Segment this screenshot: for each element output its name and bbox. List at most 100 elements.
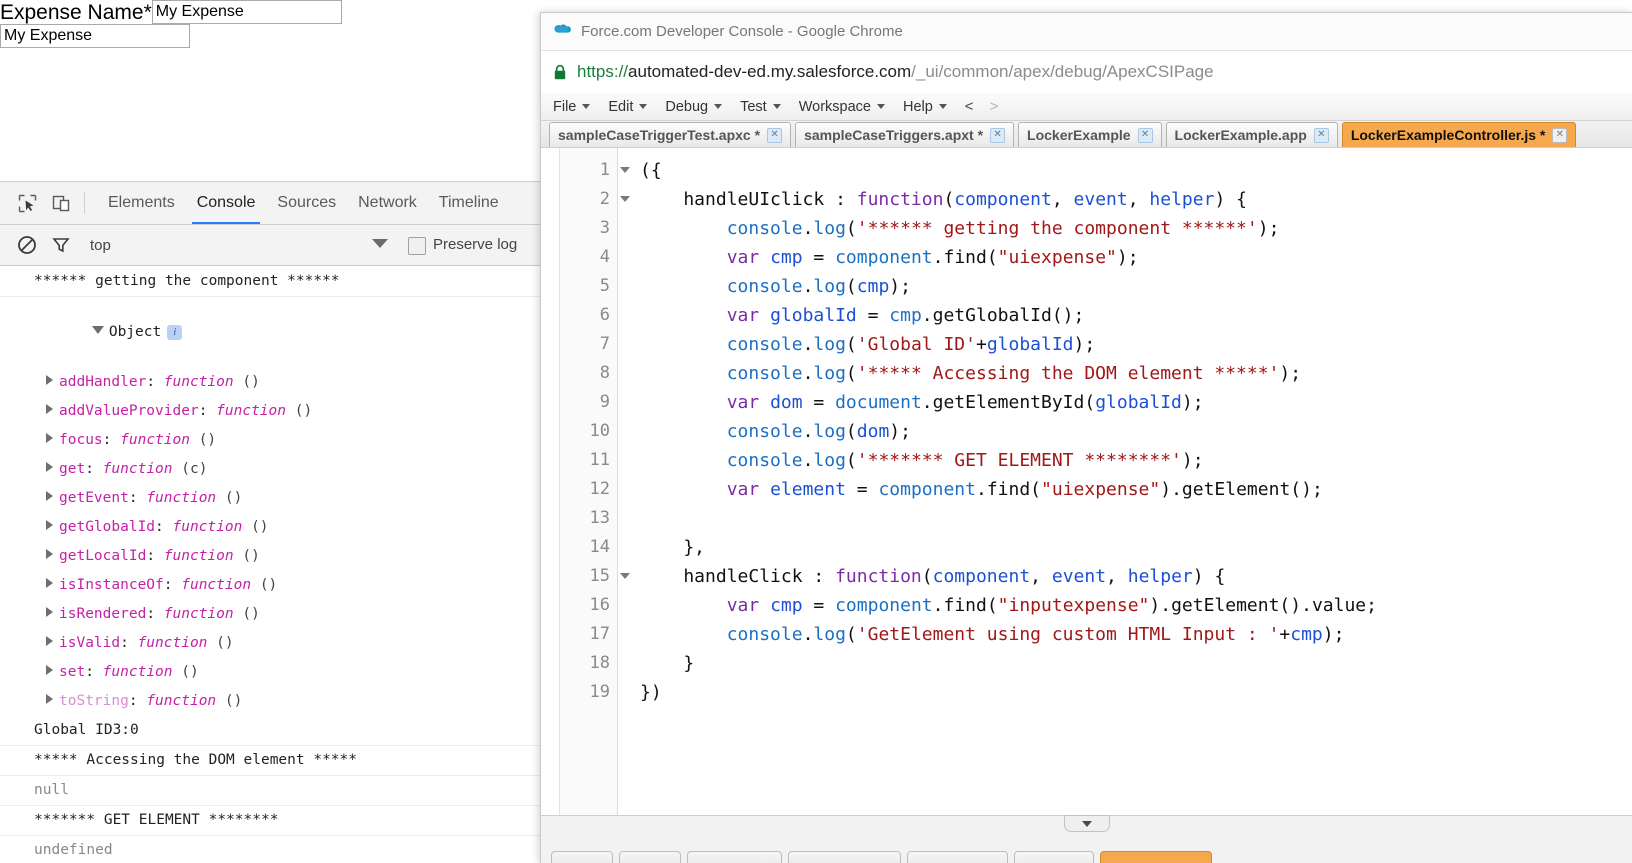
expense-html-input[interactable] (0, 24, 190, 48)
menu-help[interactable]: Help (903, 99, 947, 115)
collapse-panel-icon[interactable] (1064, 815, 1110, 832)
code-token: .find( (932, 247, 998, 268)
code-line: handleClick : function(component, event,… (640, 562, 1632, 591)
property-value: function (120, 432, 190, 448)
code-token: . (802, 334, 814, 355)
disclosure-triangle-icon[interactable] (91, 326, 104, 334)
disclosure-triangle-icon[interactable] (46, 375, 53, 385)
code-editor[interactable]: 1 2 3 4 5 6 7 8 9 10 11 12 13 14 15 16 17 18 19 ({ handleU… (541, 147, 1632, 816)
code-token: document (835, 392, 922, 413)
editor-tab-samplecasetriggertest[interactable]: sampleCaseTriggerTest.apxc * ✕ (549, 122, 792, 147)
bottom-tab-button[interactable] (788, 851, 901, 863)
code-token: component (932, 566, 1031, 587)
disclosure-triangle-icon[interactable] (46, 462, 53, 472)
property-name: getLocalId (59, 548, 147, 564)
nav-prev-button[interactable]: < (965, 98, 974, 115)
code-token: + (1279, 624, 1291, 645)
code-token: = (802, 247, 836, 268)
editor-tab-lockerexample-app[interactable]: LockerExample.app ✕ (1165, 122, 1338, 147)
close-icon[interactable]: ✕ (1552, 127, 1568, 143)
clear-console-icon[interactable] (10, 230, 44, 260)
bottom-tab-button[interactable] (1014, 851, 1094, 863)
object-property[interactable]: getLocalId: function () (0, 542, 545, 571)
bottom-tab-button[interactable] (619, 851, 681, 863)
menu-file[interactable]: File (553, 99, 591, 115)
object-property[interactable]: focus: function () (0, 426, 545, 455)
object-property[interactable]: isRendered: function () (0, 600, 545, 629)
line-number: 10 (589, 421, 610, 441)
bottom-tab-button[interactable] (907, 851, 1008, 863)
disclosure-triangle-icon[interactable] (46, 665, 53, 675)
property-colon: : (85, 461, 103, 477)
bottom-tab-button[interactable] (551, 851, 613, 863)
object-property[interactable]: isInstanceOf: function () (0, 571, 545, 600)
menu-workspace[interactable]: Workspace (799, 99, 885, 115)
menu-debug[interactable]: Debug (665, 99, 723, 115)
info-badge-icon[interactable]: i (167, 325, 183, 340)
disclosure-triangle-icon[interactable] (46, 433, 53, 443)
console-object-header[interactable]: Object i (0, 297, 545, 368)
editor-tab-lockerexample[interactable]: LockerExample ✕ (1018, 122, 1162, 147)
menu-edit[interactable]: Edit (608, 99, 648, 115)
disclosure-triangle-icon[interactable] (46, 578, 53, 588)
chevron-down-glyph (1082, 820, 1092, 827)
object-property[interactable]: toString: function () (0, 687, 545, 716)
expense-ui-input[interactable] (151, 0, 342, 24)
close-icon[interactable]: ✕ (1137, 127, 1153, 143)
code-token: = (802, 595, 836, 616)
line-number: 14 (589, 537, 610, 557)
disclosure-triangle-icon[interactable] (46, 520, 53, 530)
code-token: . (802, 624, 814, 645)
code-line: ({ (640, 156, 1632, 185)
tab-sources[interactable]: Sources (266, 182, 347, 224)
bottom-tab-button[interactable] (1100, 851, 1212, 863)
disclosure-triangle-icon[interactable] (46, 607, 53, 617)
tab-timeline[interactable]: Timeline (428, 182, 510, 224)
console-output[interactable]: ****** getting the component ****** Obje… (0, 267, 545, 863)
filter-funnel-icon[interactable] (44, 230, 78, 260)
code-token: var (726, 595, 760, 616)
editor-tab-lockerexamplecontroller-js[interactable]: LockerExampleController.js * ✕ (1341, 122, 1577, 147)
code-token: dom (770, 392, 803, 413)
console-context-value[interactable]: top (90, 237, 111, 254)
chevron-down-icon[interactable] (372, 239, 388, 248)
disclosure-triangle-icon[interactable] (46, 549, 53, 559)
object-property[interactable]: addValueProvider: function () (0, 397, 545, 426)
object-property[interactable]: isValid: function () (0, 629, 545, 658)
tab-elements[interactable]: Elements (97, 182, 186, 224)
bottom-tab-button[interactable] (687, 851, 782, 863)
address-bar-url[interactable]: https://automated-dev-ed.my.salesforce.c… (577, 62, 1214, 82)
tab-console[interactable]: Console (186, 182, 267, 224)
chrome-omnibox[interactable]: https://automated-dev-ed.my.salesforce.c… (541, 51, 1632, 94)
object-property[interactable]: get: function (c) (0, 455, 545, 484)
code-content[interactable]: ({ handleUIclick : function(component, e… (618, 148, 1632, 816)
editor-tab-samplecasetriggers[interactable]: sampleCaseTriggers.apxt * ✕ (795, 122, 1015, 147)
disclosure-triangle-icon[interactable] (46, 491, 53, 501)
code-token: .find( (932, 595, 998, 616)
object-property[interactable]: getEvent: function () (0, 484, 545, 513)
tab-network[interactable]: Network (347, 182, 428, 224)
code-token: console (726, 363, 803, 384)
chrome-title-bar[interactable]: Force.com Developer Console - Google Chr… (541, 13, 1632, 51)
inspect-element-icon[interactable] (10, 188, 44, 218)
disclosure-triangle-icon[interactable] (46, 694, 53, 704)
object-property[interactable]: set: function () (0, 658, 545, 687)
disclosure-triangle-icon[interactable] (46, 404, 53, 414)
device-toolbar-icon[interactable] (44, 188, 78, 218)
nav-next-button[interactable]: > (990, 98, 999, 115)
code-token: '****** getting the component ******' (856, 218, 1258, 239)
disclosure-triangle-icon[interactable] (46, 636, 53, 646)
object-property[interactable]: addHandler: function () (0, 368, 545, 397)
object-property[interactable]: getGlobalId: function () (0, 513, 545, 542)
code-token: }) (640, 682, 662, 703)
property-args-value: () (294, 403, 313, 419)
property-colon: : (85, 664, 103, 680)
preserve-log-checkbox[interactable] (408, 237, 426, 255)
code-token: .find( (975, 479, 1042, 500)
menu-test[interactable]: Test (740, 99, 781, 115)
close-icon[interactable]: ✕ (767, 127, 783, 143)
code-token: . (802, 421, 814, 442)
close-icon[interactable]: ✕ (1313, 127, 1329, 143)
close-icon[interactable]: ✕ (990, 127, 1006, 143)
